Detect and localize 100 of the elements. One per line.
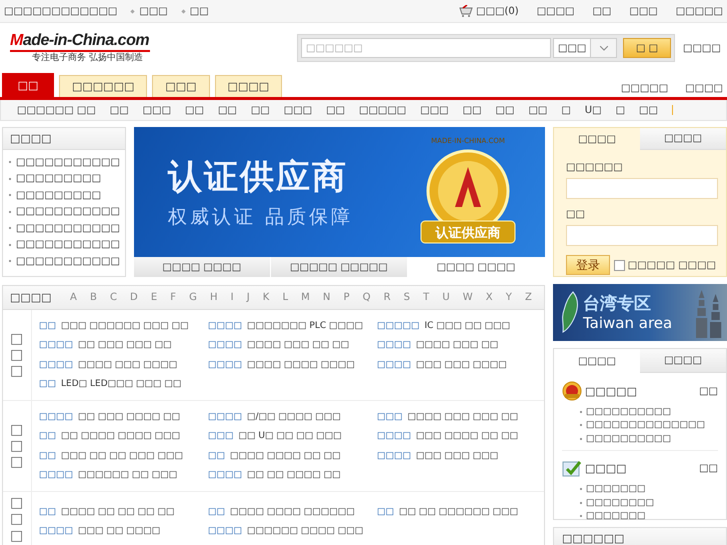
category-link[interactable]: □□□□ bbox=[39, 340, 74, 350]
category-link[interactable]: U□ bbox=[584, 104, 602, 116]
subcategory-text: LED□ LED□□□ □□□ □□ bbox=[61, 379, 182, 390]
service-link[interactable]: □□□□□□□□□□ bbox=[586, 434, 672, 444]
service-link[interactable]: □□□□□□□□□□ bbox=[586, 406, 672, 417]
cart-link[interactable]: □□□(0) bbox=[476, 6, 519, 16]
top-link[interactable]: □□ bbox=[190, 6, 209, 16]
panel-header: □□□□□□ bbox=[562, 532, 624, 545]
subcategory-text: □□□□ □□□□ □□ □□ bbox=[230, 450, 341, 461]
more-link[interactable]: □□ bbox=[699, 386, 718, 396]
header-link[interactable]: □□□□ bbox=[683, 42, 721, 54]
subcategory-text: □□ □□ □□□□ □□ bbox=[247, 470, 341, 480]
top-link[interactable]: □□□ bbox=[139, 6, 168, 16]
subcategory-text: □□□□□□□ PLC □□□□ bbox=[247, 320, 364, 331]
banner-subtitle: Taiwan area bbox=[583, 314, 672, 332]
login-button[interactable]: 登录 bbox=[566, 255, 610, 275]
pagoda-drawing bbox=[696, 288, 724, 338]
scope-dropdown[interactable]: □□□ bbox=[553, 38, 617, 58]
main-tab[interactable]: □□ bbox=[2, 73, 54, 97]
category-link[interactable]: □□□ bbox=[284, 104, 312, 116]
main-tab[interactable]: □□□□ bbox=[214, 75, 282, 97]
category-link[interactable]: □□□ bbox=[420, 104, 449, 116]
category-link[interactable]: □□ bbox=[528, 104, 548, 116]
panel-link[interactable]: □□□□□□□□□ bbox=[16, 190, 102, 201]
top-link[interactable]: □□□ bbox=[629, 6, 658, 16]
category-link[interactable]: □□ bbox=[185, 104, 204, 116]
banner-tab[interactable]: □□□□ □□□□ bbox=[134, 257, 271, 277]
panel-link[interactable]: □□□□□□□□□ bbox=[16, 173, 102, 184]
service-link[interactable]: □□□□□□□ bbox=[586, 484, 646, 494]
category-link[interactable]: □□ bbox=[496, 104, 514, 116]
category-link[interactable]: □□ bbox=[377, 506, 394, 517]
category-link[interactable]: □□ bbox=[208, 450, 226, 461]
category-link[interactable]: □□ bbox=[39, 431, 56, 442]
category-link[interactable]: □□□□□ bbox=[359, 104, 406, 116]
subcategory-text: IC □□□ □□ □□□ bbox=[424, 320, 510, 331]
panel-link[interactable]: □□□□□□□□□□□ bbox=[16, 206, 120, 218]
category-link[interactable]: □□ bbox=[39, 450, 56, 461]
header-link[interactable]: □□□□ bbox=[685, 83, 723, 94]
subcategory-text: □□□ □□ □□ □□□ □□□ bbox=[61, 450, 184, 461]
category-link[interactable]: □□□□ bbox=[377, 431, 412, 442]
category-link[interactable]: □□ bbox=[208, 506, 226, 517]
panel-link[interactable]: □□□□□□□□□□□ bbox=[16, 222, 120, 234]
category-link[interactable]: □□ bbox=[218, 104, 237, 116]
login-tab[interactable]: □□□□ bbox=[640, 128, 726, 150]
subcategory-text: □□□□ □□□ □□ □□ bbox=[247, 340, 350, 350]
remember-checkbox[interactable] bbox=[614, 260, 625, 270]
category-link[interactable]: □□□□ bbox=[39, 412, 74, 422]
service-link[interactable]: □□□□□□□□□□□□□□ bbox=[586, 420, 706, 430]
category-link[interactable]: □□ bbox=[326, 104, 346, 116]
panel-link[interactable]: □□□□□□□□□□□ bbox=[16, 156, 120, 168]
category-link[interactable]: □□ bbox=[250, 104, 270, 116]
category-link[interactable]: □ bbox=[561, 104, 571, 116]
subcategory-text: □□□□ □□□ □□□ □□ bbox=[408, 412, 518, 422]
main-tab[interactable]: □□□□□□ bbox=[59, 75, 148, 97]
category-link[interactable]: □□□ bbox=[377, 412, 403, 422]
subcategory-text: □□ □□ □□□□□□ □□□ bbox=[399, 506, 518, 517]
service-tab[interactable]: □□□□ bbox=[640, 349, 726, 373]
panel-link[interactable]: □□□□□□□□□□□ bbox=[16, 239, 120, 250]
category-link[interactable]: □□□ bbox=[208, 431, 234, 442]
subcategory-text: □□□□ □□□□ □□□□ bbox=[247, 360, 355, 370]
top-link[interactable]: □□□□ bbox=[536, 6, 574, 16]
category-link[interactable]: □□ bbox=[39, 506, 56, 517]
site-logo[interactable]: Made-in-China.com bbox=[10, 32, 150, 52]
search-button[interactable]: □ □ bbox=[623, 38, 671, 58]
category-link[interactable]: □□□□ bbox=[208, 412, 242, 422]
service-link[interactable]: □□□□□□□□ bbox=[586, 498, 654, 508]
service-link[interactable]: □□□□□□□ bbox=[586, 511, 646, 522]
panel-link[interactable]: □□□□□□□□□□□ bbox=[16, 256, 120, 267]
username-field[interactable] bbox=[566, 178, 718, 199]
banner-tab[interactable]: □□□□□ □□□□□ bbox=[270, 257, 408, 277]
category-link[interactable]: □□□□ bbox=[208, 360, 242, 370]
category-link[interactable]: □□□□ bbox=[377, 450, 412, 461]
category-link[interactable]: □□□□□ bbox=[377, 320, 420, 331]
category-link[interactable]: □□□□□□ □□ bbox=[17, 104, 96, 116]
category-link[interactable]: □□□□ bbox=[208, 340, 242, 350]
group-label: □□□ bbox=[10, 422, 24, 470]
top-link[interactable]: □□□□□ bbox=[676, 6, 723, 16]
category-link[interactable]: □□□ bbox=[142, 104, 172, 116]
more-link[interactable]: □□ bbox=[699, 463, 718, 474]
category-link[interactable]: □ bbox=[616, 104, 626, 116]
category-link[interactable]: □□ bbox=[639, 104, 658, 116]
top-link[interactable]: □□□□□□□□□□□□ bbox=[4, 6, 118, 16]
category-link[interactable]: □□ bbox=[39, 379, 56, 390]
category-link[interactable]: □□□□ bbox=[39, 470, 74, 480]
category-link[interactable]: □□ bbox=[462, 104, 482, 116]
category-link[interactable]: □□□□ bbox=[39, 360, 74, 370]
header-link[interactable]: □□□□□ bbox=[620, 83, 668, 94]
category-link[interactable]: □□□□ bbox=[208, 470, 242, 480]
category-link[interactable]: □□ bbox=[39, 320, 56, 331]
top-link[interactable]: □□ bbox=[592, 6, 612, 16]
search-field[interactable]: □□□□□□ bbox=[301, 38, 551, 58]
category-link[interactable]: □□ bbox=[110, 104, 129, 116]
main-tab[interactable]: □□□ bbox=[152, 75, 210, 97]
category-link[interactable]: □□□□ bbox=[208, 526, 242, 536]
category-link[interactable]: □□□□ bbox=[377, 340, 412, 350]
category-link[interactable]: □□□□ bbox=[208, 320, 242, 331]
category-link[interactable]: □□□□ bbox=[39, 526, 74, 536]
password-field[interactable] bbox=[566, 225, 718, 246]
subcategory-text: □□□□ □□□□ □□□□□□ bbox=[230, 506, 355, 517]
category-link[interactable]: □□□□ bbox=[377, 360, 412, 370]
